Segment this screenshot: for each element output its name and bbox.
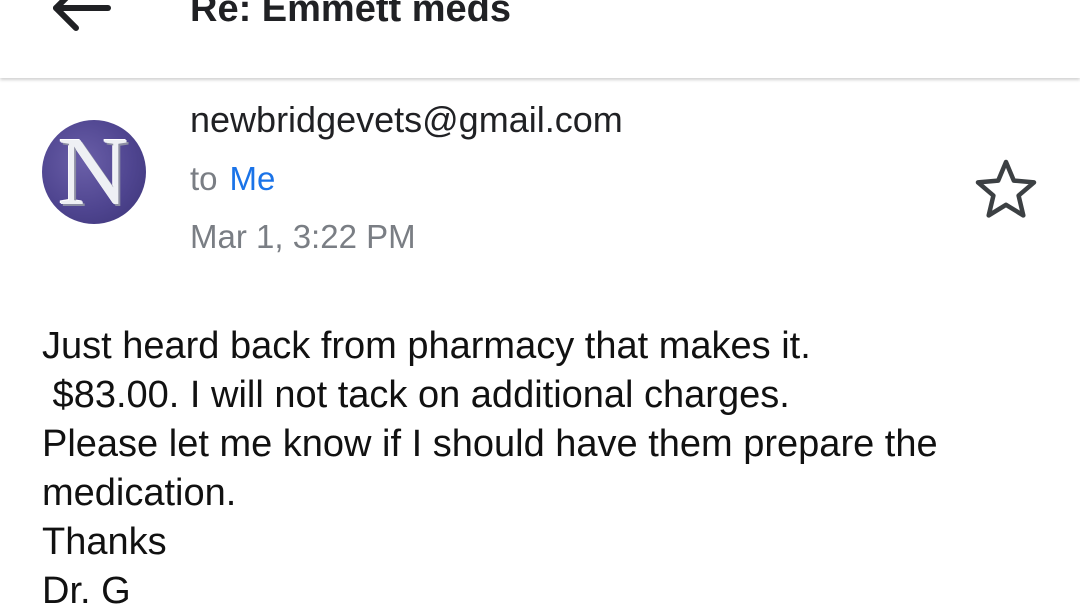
email-subject: Re: Emmett meds	[190, 0, 511, 30]
message-date: Mar 1, 3:22 PM	[190, 218, 416, 255]
body-line: Dr. G	[42, 570, 131, 610]
star-outline-icon	[975, 159, 1037, 218]
body-line: Just heard back from pharmacy that makes…	[42, 325, 811, 367]
avatar-letter: N	[58, 120, 129, 224]
email-view: Re: Emmett meds N newbridgevets@gmail.co…	[0, 0, 1080, 610]
message-content: N newbridgevets@gmail.com to Me Mar 1, 3:…	[0, 80, 1080, 610]
star-button[interactable]	[974, 158, 1038, 220]
body-line: Thanks	[42, 521, 167, 563]
sender-avatar[interactable]: N	[42, 120, 146, 224]
body-line: medication.	[42, 472, 237, 514]
top-app-bar: Re: Emmett meds	[0, 0, 1080, 78]
sender-email[interactable]: newbridgevets@gmail.com	[190, 98, 623, 142]
arrow-left-icon	[53, 0, 111, 31]
body-line: $83.00. I will not tack on additional ch…	[42, 374, 790, 416]
body-line: Please let me know if I should have them…	[42, 423, 938, 465]
recipient-me-link[interactable]: Me	[230, 160, 276, 197]
recipient-line: to Me	[190, 158, 275, 200]
to-label: to	[190, 160, 218, 197]
message-body: Just heard back from pharmacy that makes…	[42, 322, 1062, 610]
back-button[interactable]	[48, 0, 118, 38]
